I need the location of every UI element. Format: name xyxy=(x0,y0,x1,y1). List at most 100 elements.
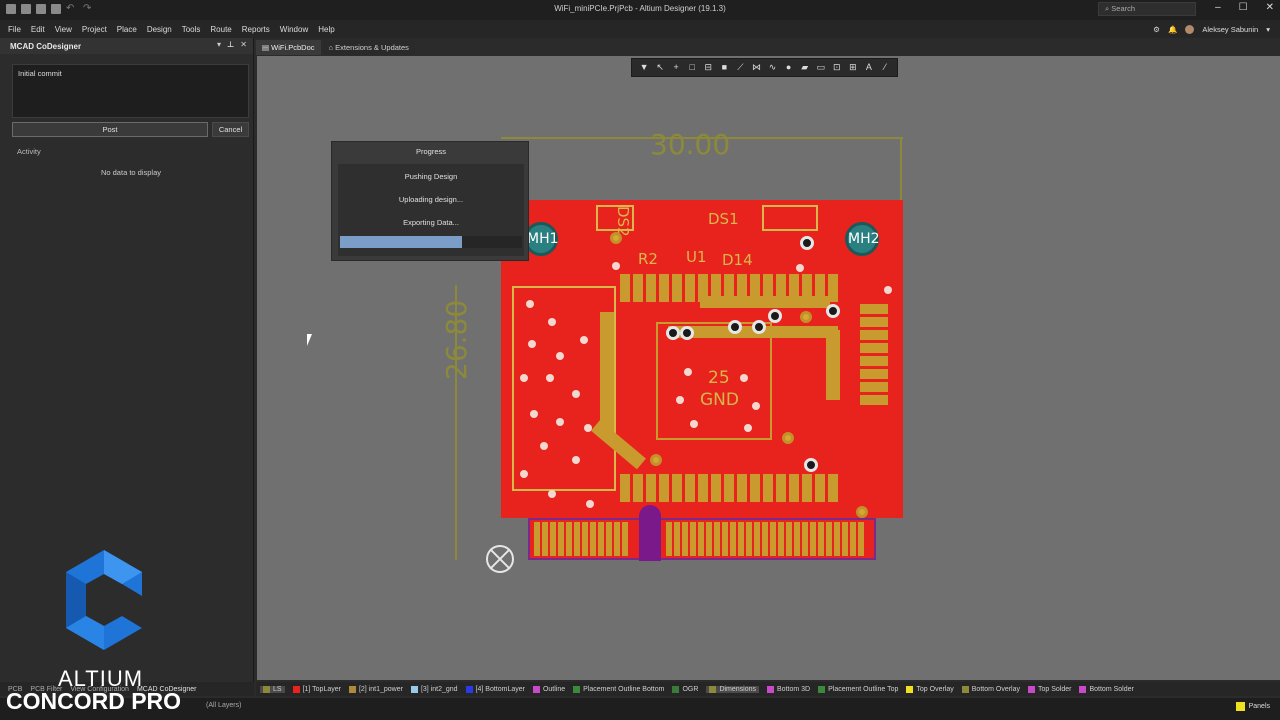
progress-step-uploading: Uploading design... xyxy=(398,195,464,204)
layer-color-swatch xyxy=(292,685,300,693)
menu-help[interactable]: Help xyxy=(318,25,334,34)
layer-tab[interactable]: [2] int1_power xyxy=(348,685,403,693)
layer-tab[interactable]: Bottom 3D xyxy=(767,685,811,693)
mounting-hole-mh1[interactable]: MH1 xyxy=(524,222,559,256)
polygon-icon[interactable]: ▰ xyxy=(800,63,809,72)
layer-tab[interactable]: Outline xyxy=(532,685,565,693)
menu-reports[interactable]: Reports xyxy=(242,25,270,34)
layer-color-swatch xyxy=(767,685,775,693)
label-d14: D14 xyxy=(722,251,753,269)
via-large xyxy=(680,326,694,340)
layer-label: Top Solder xyxy=(1038,685,1072,693)
layer-label: Placement Outline Top xyxy=(828,685,899,693)
menu-file[interactable]: File xyxy=(8,25,21,34)
commit-message-field[interactable]: Initial commit xyxy=(12,64,249,118)
edge-finger-row-left xyxy=(534,522,628,556)
search-placeholder: Search xyxy=(1111,4,1136,13)
maximize-button[interactable]: ☐ xyxy=(1239,2,1248,13)
window-title: WiFi_miniPCIe.PrjPcb - Altium Designer (… xyxy=(554,4,726,13)
layer-tab[interactable]: [1] TopLayer xyxy=(292,685,341,693)
layer-label: OGR xyxy=(682,685,699,693)
close-button[interactable]: ✕ xyxy=(1266,2,1274,13)
dimension-height-label: 26.80 xyxy=(440,299,473,380)
layer-tab[interactable]: [4] BottomLayer xyxy=(465,685,525,693)
via-icon[interactable]: ● xyxy=(784,63,793,72)
label-r2: R2 xyxy=(638,250,658,268)
layer-tab[interactable]: LS xyxy=(260,685,285,693)
panel-title: MCAD CoDesigner xyxy=(10,41,82,51)
via-gold xyxy=(650,454,662,466)
filter-icon[interactable]: ▼ xyxy=(640,63,649,72)
text-icon[interactable]: A xyxy=(864,63,873,72)
menu-edit[interactable]: Edit xyxy=(31,25,45,34)
route-icon[interactable]: ⟋ xyxy=(736,63,745,72)
select-icon[interactable]: ↖ xyxy=(656,63,665,72)
layer-tab[interactable]: Top Overlay xyxy=(906,685,954,693)
line-icon[interactable]: ⁄ xyxy=(880,63,889,72)
tab-wifi-pcbdoc[interactable]: ▤ WiFi.PcbDoc xyxy=(256,40,321,55)
component-icon[interactable]: ■ xyxy=(720,63,729,72)
layer-label: Dimensions xyxy=(719,685,757,693)
layer-color-swatch xyxy=(573,685,581,693)
menu-bar: File Edit View Project Place Design Tool… xyxy=(0,20,1280,38)
search-input[interactable]: ⌕ Search xyxy=(1098,2,1196,16)
gear-icon[interactable]: ⚙ xyxy=(1153,25,1160,34)
layer-label: [4] BottomLayer xyxy=(475,685,525,693)
layer-color-swatch xyxy=(532,685,540,693)
mouse-cursor xyxy=(307,334,312,346)
active-bar-toolbar: ▼ ↖ + □ ⊟ ■ ⟋ ⋈ ∿ ● ▰ ▭ ⊡ ⊞ A ⁄ xyxy=(631,58,898,77)
crosshair-icon[interactable]: + xyxy=(672,63,681,72)
align-icon[interactable]: ⊟ xyxy=(704,63,713,72)
altium-concord-pro-logo: ALTIUM CONCORD PRO xyxy=(0,550,215,720)
keepout-icon[interactable]: ▭ xyxy=(816,63,825,72)
layer-tab[interactable]: Placement Outline Top xyxy=(818,685,899,693)
menu-window[interactable]: Window xyxy=(280,25,308,34)
rectangle-icon[interactable]: □ xyxy=(688,63,697,72)
layer-tab[interactable]: Placement Outline Bottom xyxy=(573,685,664,693)
mounting-hole-mh2[interactable]: MH2 xyxy=(845,222,880,256)
layer-color-swatch xyxy=(672,685,680,693)
via-large xyxy=(728,320,742,334)
panels-button[interactable]: Panels xyxy=(1235,702,1270,711)
panel-close-icon[interactable]: ✕ xyxy=(240,40,247,49)
user-name[interactable]: Aleksey Sabunin xyxy=(1202,25,1258,34)
menu-place[interactable]: Place xyxy=(117,25,137,34)
menu-right-area: ⚙ 🔔 Aleksey Sabunin ▾ xyxy=(1153,20,1270,38)
chevron-down-icon[interactable]: ▾ xyxy=(1266,25,1270,34)
menu-route[interactable]: Route xyxy=(210,25,231,34)
u1-bottom-pads xyxy=(620,474,838,502)
menu-view[interactable]: View xyxy=(55,25,72,34)
menu-project[interactable]: Project xyxy=(82,25,107,34)
bell-icon[interactable]: 🔔 xyxy=(1168,25,1177,34)
tab-extensions-updates[interactable]: ⌂ Extensions & Updates xyxy=(322,40,415,55)
region-icon[interactable]: ⊡ xyxy=(832,63,841,72)
key-notch xyxy=(639,505,661,561)
post-button[interactable]: Post xyxy=(12,122,208,137)
layer-tab[interactable]: [3] int2_gnd xyxy=(410,685,458,693)
layer-color-swatch xyxy=(465,685,473,693)
layer-tab[interactable]: Bottom Overlay xyxy=(961,685,1020,693)
layer-label: Bottom 3D xyxy=(777,685,811,693)
dimension-icon[interactable]: ⊞ xyxy=(848,63,857,72)
interactive-route-icon[interactable]: ∿ xyxy=(768,63,777,72)
minimize-button[interactable]: – xyxy=(1215,2,1221,13)
menu-tools[interactable]: Tools xyxy=(182,25,201,34)
cancel-button[interactable]: Cancel xyxy=(212,122,249,137)
menu-design[interactable]: Design xyxy=(147,25,172,34)
layer-tab[interactable]: Top Solder xyxy=(1028,685,1072,693)
u1-right-pads xyxy=(860,304,888,405)
layer-color-swatch xyxy=(709,685,717,693)
panel-menu-icon[interactable]: ▾ xyxy=(217,40,221,49)
label-ds1: DS1 xyxy=(708,210,739,228)
layer-tab[interactable]: Dimensions xyxy=(706,685,760,693)
label-u1: U1 xyxy=(686,248,707,266)
tab-label: Extensions & Updates xyxy=(335,43,409,52)
diff-pair-icon[interactable]: ⋈ xyxy=(752,63,761,72)
search-icon: ⌕ xyxy=(1105,4,1110,13)
avatar[interactable] xyxy=(1185,24,1195,34)
panels-indicator xyxy=(1235,702,1245,711)
layer-tab[interactable]: OGR xyxy=(672,685,699,693)
pin-icon[interactable]: ⊥ xyxy=(227,40,234,49)
layer-tab[interactable]: Bottom Solder xyxy=(1079,685,1134,693)
progress-bar-fill xyxy=(340,236,462,248)
